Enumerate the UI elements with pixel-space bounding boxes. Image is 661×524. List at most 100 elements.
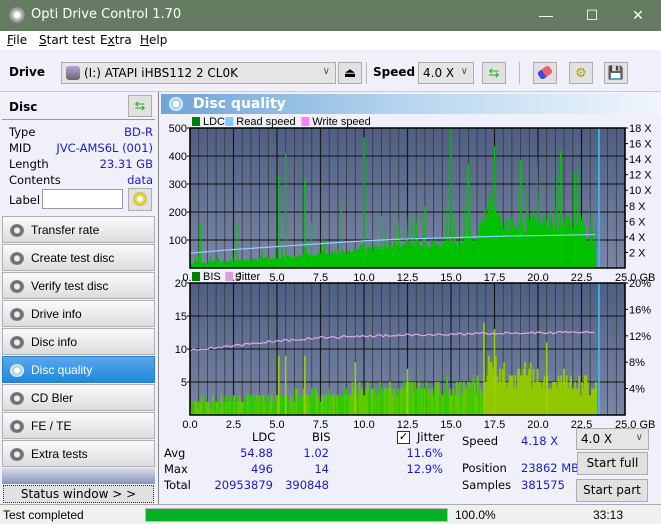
start-full-button[interactable]: Start full [577, 452, 648, 475]
position-value: 23862 MB [521, 461, 580, 475]
test-speed-value: 4.0 X [581, 432, 613, 446]
settings-button[interactable]: ⚙ [569, 62, 593, 84]
nav-label: Disc quality [31, 363, 93, 377]
legend-label: LDC [203, 116, 225, 128]
save-button[interactable]: 💾 [604, 62, 628, 84]
panel-title: Disc quality [193, 96, 286, 112]
speed-value: 4.18 X [521, 434, 559, 448]
nav-verify-test-disc[interactable]: Verify test disc [2, 272, 155, 299]
status-text: Test completed [3, 508, 84, 522]
nav-label: Drive info [31, 307, 82, 321]
status-window-button[interactable]: Status window > > [3, 485, 154, 503]
legend-label: Read speed [236, 116, 295, 128]
nav-extra-tests[interactable]: Extra tests [2, 440, 155, 467]
nav-label: Disc info [31, 335, 78, 349]
progress-bar [145, 508, 448, 522]
disc-nav-icon [10, 448, 24, 461]
y2-tick-label: 4% [629, 384, 645, 396]
elapsed-time: 33:13 [592, 508, 623, 522]
chevron-down-icon: ∨ [635, 432, 643, 443]
nav-cd-bler[interactable]: CD Bler [2, 384, 155, 411]
legend-label: Write speed [312, 116, 371, 128]
disc-mid-row: MID JVC-AMS6L (001) [9, 141, 153, 155]
y2-tick-label: 8% [629, 357, 645, 369]
stats-row-key: Max [164, 462, 188, 476]
ldc-chart: 100 200 300 400 500 2 X 4 X 6 X 8 X 10 X 12 X 14 X 1… [169, 116, 656, 284]
menu-help[interactable]: Help [140, 33, 167, 47]
menu-extra[interactable]: Extra [100, 33, 132, 47]
nav-disc-quality[interactable]: Disc quality [2, 356, 155, 383]
minimize-button[interactable]: — [523, 0, 569, 31]
maximize-button[interactable]: ☐ [569, 0, 615, 31]
stats-ldc-value: 54.88 [240, 446, 273, 460]
menu-file[interactable]: File [7, 33, 27, 47]
nav-disc-info[interactable]: Disc info [2, 328, 155, 355]
nav-spacer [2, 468, 155, 484]
start-part-button[interactable]: Start part [576, 479, 648, 502]
gears-icon: ⚙ [575, 65, 587, 80]
drive-value: (I:) ATAPI iHBS112 2 CL0K [84, 66, 238, 80]
speed-key: Speed [462, 434, 499, 448]
cd-icon [133, 192, 147, 206]
disc-length-value: 23.31 GB [99, 157, 153, 171]
chevron-down-icon: ∨ [460, 66, 468, 77]
disc-refresh-button[interactable]: ⇆ [128, 95, 152, 117]
chevron-down-icon: ∨ [322, 66, 330, 77]
x-tick-label: 12.5 [397, 419, 418, 431]
separator [519, 62, 520, 84]
samples-value: 381575 [521, 478, 565, 492]
y-tick-label: 500 [169, 123, 187, 135]
nav-label: Transfer rate [31, 223, 100, 237]
disc-nav-icon [10, 336, 24, 349]
stats-col-bis: BIS [312, 430, 331, 444]
progress-fill [146, 509, 447, 521]
y-tick-label: 15 [175, 311, 187, 323]
eraser-icon [536, 64, 554, 81]
x-tick-label: 2.5 [226, 419, 241, 431]
disc-quality-icon [169, 97, 183, 111]
position-key: Position [462, 461, 507, 475]
bis-chart: 51015204%8%12%16%20%0.0 2.5 5.0 7.5 10.0 12.5… [175, 271, 656, 431]
stats-bis-value: 14 [314, 462, 329, 476]
eject-button[interactable]: ⏏ [338, 62, 362, 84]
disc-mid-value: JVC-AMS6L (001) [56, 141, 153, 155]
nav-label: CD Bler [31, 391, 74, 405]
disc-label-button[interactable] [128, 188, 152, 211]
title-bar: Opti Drive Control 1.70 — ☐ ✕ [0, 0, 661, 31]
separator [366, 62, 367, 84]
stats-row-key: Total [164, 478, 191, 492]
menu-start-test[interactable]: Start test [39, 33, 95, 47]
disc-label-input[interactable] [42, 189, 123, 209]
floppy-disk-icon: 💾 [607, 65, 625, 80]
erase-button[interactable] [533, 62, 557, 84]
refresh-button[interactable]: ⇆ [482, 62, 506, 84]
jitter-checkbox[interactable]: ✓ [397, 431, 410, 444]
nav-create-test-disc[interactable]: Create test disc [2, 244, 155, 271]
nav-transfer-rate[interactable]: Transfer rate [2, 216, 155, 243]
legend-label: Jitter [236, 271, 260, 283]
drive-select[interactable]: (I:) ATAPI iHBS112 2 CL0K ∨ [61, 62, 336, 84]
bis-bar [595, 382, 597, 415]
y2-tick-label: 8 X [629, 201, 646, 213]
x-tick-label: 17.5 [484, 419, 505, 431]
nav-drive-info[interactable]: Drive info [2, 300, 155, 327]
nav-fe-te[interactable]: FE / TE [2, 412, 155, 439]
y2-tick-label: 4 X [629, 232, 646, 244]
disc-header-title: Disc [9, 100, 38, 114]
y2-tick-label: 20% [629, 278, 651, 290]
disc-quality-panel: Disc quality 100 200 300 400 500 2 X 4 X 6 X 8 X… [158, 92, 661, 504]
close-button[interactable]: ✕ [615, 0, 661, 31]
stats-bis-value: 390848 [285, 478, 329, 492]
y2-tick-label: 14 X [629, 154, 652, 166]
stats-bis-value: 1.02 [303, 446, 329, 460]
disc-contents-row: Contents data [9, 173, 153, 187]
disc-contents-value: data [127, 173, 153, 187]
refresh-arrows-icon: ⇆ [134, 98, 146, 113]
test-speed-select[interactable]: 4.0 X ∨ [576, 428, 649, 450]
disc-nav-icon [10, 392, 24, 405]
nav-label: Create test disc [31, 251, 115, 265]
stats-jitter-value: 11.6% [406, 446, 443, 460]
drive-icon [66, 66, 80, 80]
speed-select[interactable]: 4.0 X ∨ [418, 62, 474, 84]
x-tick-label: 20.0 [527, 419, 548, 431]
